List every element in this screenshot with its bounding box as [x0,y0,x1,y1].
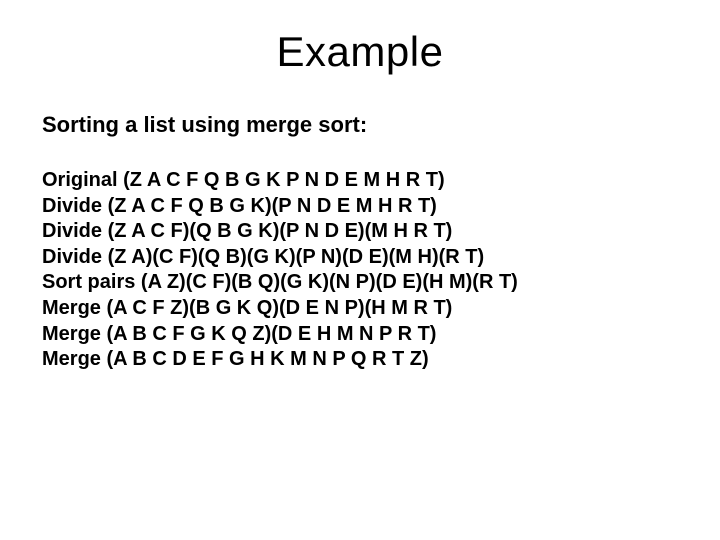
slide: Example Sorting a list using merge sort:… [0,0,720,540]
step-line: Divide (Z A)(C F)(Q B)(G K)(P N)(D E)(M … [42,245,678,271]
slide-subtitle: Sorting a list using merge sort: [42,112,678,138]
step-line: Original (Z A C F Q B G K P N D E M H R … [42,168,678,194]
step-line: Sort pairs (A Z)(C F)(B Q)(G K)(N P)(D E… [42,270,678,296]
step-line: Merge (A B C F G K Q Z)(D E H M N P R T) [42,322,678,348]
step-line: Divide (Z A C F Q B G K)(P N D E M H R T… [42,194,678,220]
step-line: Merge (A C F Z)(B G K Q)(D E N P)(H M R … [42,296,678,322]
slide-title: Example [42,28,678,76]
step-line: Divide (Z A C F)(Q B G K)(P N D E)(M H R… [42,219,678,245]
step-line: Merge (A B C D E F G H K M N P Q R T Z) [42,347,678,373]
steps-list: Original (Z A C F Q B G K P N D E M H R … [42,168,678,373]
